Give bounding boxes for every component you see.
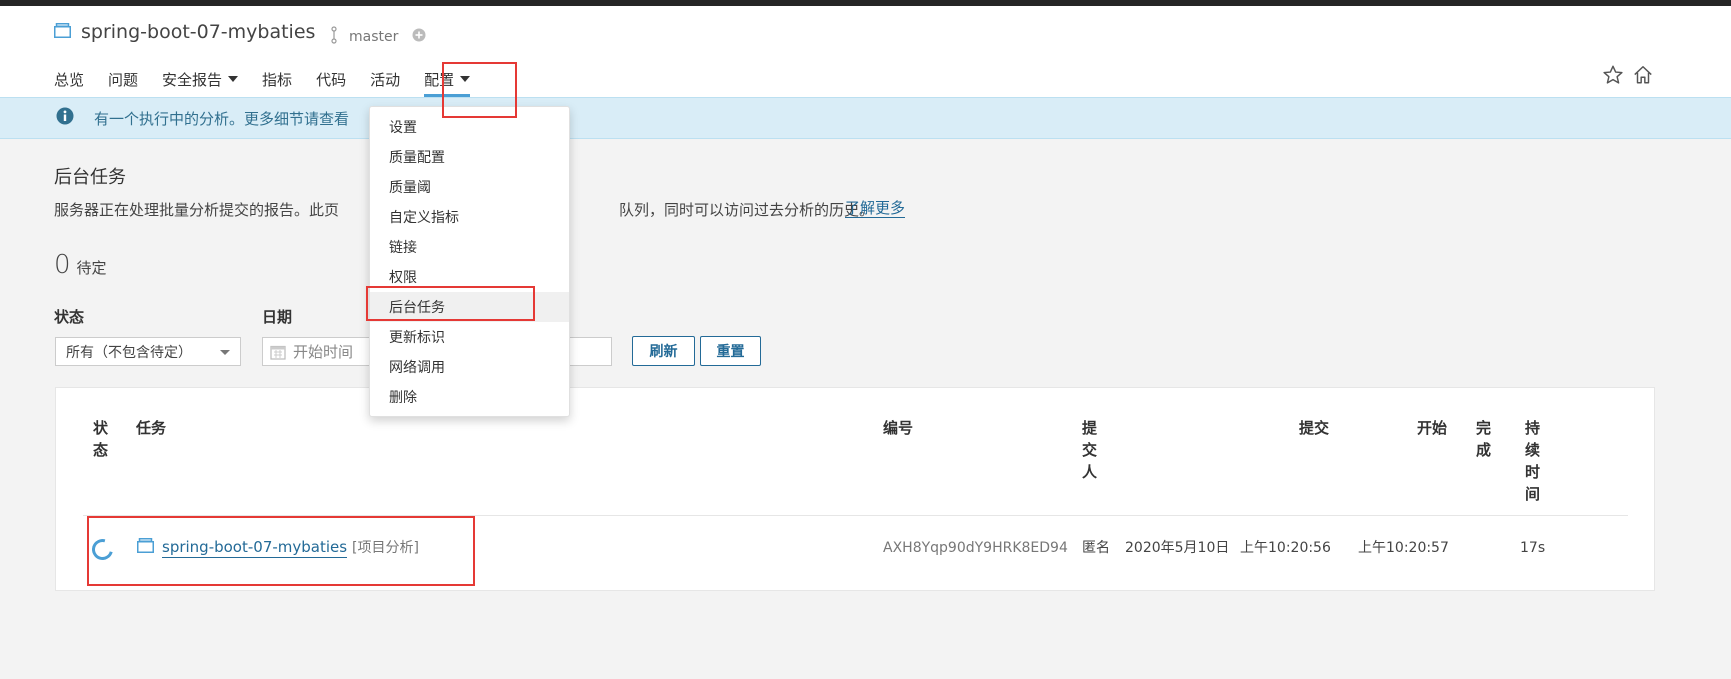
branch-icon	[331, 26, 337, 48]
annotation-box-config-tab	[442, 62, 517, 118]
status-filter-label: 状态	[54, 308, 85, 326]
nav-activity[interactable]: 活动	[370, 68, 400, 90]
chevron-down-icon	[220, 350, 230, 355]
annotation-box-background-tasks	[366, 286, 535, 321]
page-description-right: 队列，同时可以访问过去分析的历史。	[619, 201, 875, 219]
task-started-time: 上午10:20:57	[1358, 540, 1449, 556]
branch-name: master	[349, 29, 399, 45]
caret-down-icon	[228, 76, 239, 82]
refresh-button[interactable]: 刷新	[632, 336, 695, 366]
col-header-submitted: 提交	[1299, 419, 1330, 437]
project-icon	[54, 22, 71, 42]
menu-item-update-key[interactable]: 更新标识	[370, 322, 569, 352]
menu-item-links[interactable]: 链接	[370, 232, 569, 262]
task-date: 2020年5月10日	[1125, 540, 1230, 556]
col-header-id: 编号	[883, 419, 914, 437]
pending-number: 0	[54, 250, 71, 280]
nav-measures[interactable]: 指标	[262, 68, 292, 90]
menu-item-webhooks[interactable]: 网络调用	[370, 352, 569, 382]
menu-item-quality-gate[interactable]: 质量阈	[370, 172, 569, 202]
info-banner: 有一个执行中的分析。更多细节请查看	[0, 97, 1731, 139]
col-header-finished: 完 成	[1476, 419, 1492, 459]
menu-item-delete[interactable]: 删除	[370, 382, 569, 412]
project-name[interactable]: spring-boot-07-mybaties	[81, 21, 315, 43]
col-header-submitter: 提 交 人	[1082, 419, 1098, 481]
date-filter-label: 日期	[262, 308, 293, 326]
nav-code[interactable]: 代码	[316, 68, 346, 90]
col-header-task: 任务	[136, 419, 167, 437]
page-description-left: 服务器正在处理批量分析提交的报告。此页	[54, 201, 340, 219]
reset-button[interactable]: 重置	[700, 336, 761, 366]
administration-dropdown-menu: 设置 质量配置 质量阈 自定义指标 链接 权限 后台任务 更新标识 网络调用 删…	[369, 106, 570, 417]
learn-more-link[interactable]: 了解更多	[845, 199, 906, 218]
menu-item-quality-profiles[interactable]: 质量配置	[370, 142, 569, 172]
page-title: 后台任务	[54, 167, 126, 188]
project-nav: 总览 问题 安全报告 指标 代码 活动 配置	[54, 68, 494, 97]
task-submitted-time: 上午10:20:56	[1240, 540, 1331, 556]
project-title[interactable]: spring-boot-07-mybaties	[54, 18, 315, 46]
pending-label: 待定	[76, 259, 107, 277]
nav-overview[interactable]: 总览	[54, 68, 84, 90]
header-actions	[1602, 64, 1654, 90]
star-icon[interactable]	[1602, 64, 1624, 90]
project-header: spring-boot-07-mybaties master 总览 问题 安全报…	[0, 6, 1731, 97]
pending-count: 0 待定	[54, 250, 107, 280]
home-icon[interactable]	[1632, 64, 1654, 90]
status-select-value: 所有（不包含待定）	[66, 344, 192, 361]
task-id: AXH8Yqp90dY9HRK8ED94	[883, 540, 1068, 556]
branch-selector[interactable]: master	[331, 26, 426, 48]
nav-security-reports[interactable]: 安全报告	[162, 68, 239, 90]
annotation-box-task-row	[87, 516, 475, 586]
calendar-icon	[270, 344, 286, 364]
info-icon	[56, 107, 74, 129]
task-submitter: 匿名	[1082, 540, 1110, 556]
date-from-placeholder: 开始时间	[293, 343, 354, 361]
banner-message: 有一个执行中的分析。更多细节请查看	[94, 109, 350, 128]
status-select[interactable]: 所有（不包含待定）	[55, 337, 241, 366]
plus-circle-icon[interactable]	[412, 28, 426, 46]
nav-issues[interactable]: 问题	[108, 68, 138, 90]
col-header-status: 状 态	[93, 419, 109, 459]
task-duration: 17s	[1520, 540, 1546, 556]
date-from-input[interactable]: 开始时间	[262, 337, 370, 366]
menu-item-custom-measures[interactable]: 自定义指标	[370, 202, 569, 232]
col-header-started: 开始	[1417, 419, 1448, 437]
col-header-duration: 持 续 时 间	[1525, 419, 1541, 503]
